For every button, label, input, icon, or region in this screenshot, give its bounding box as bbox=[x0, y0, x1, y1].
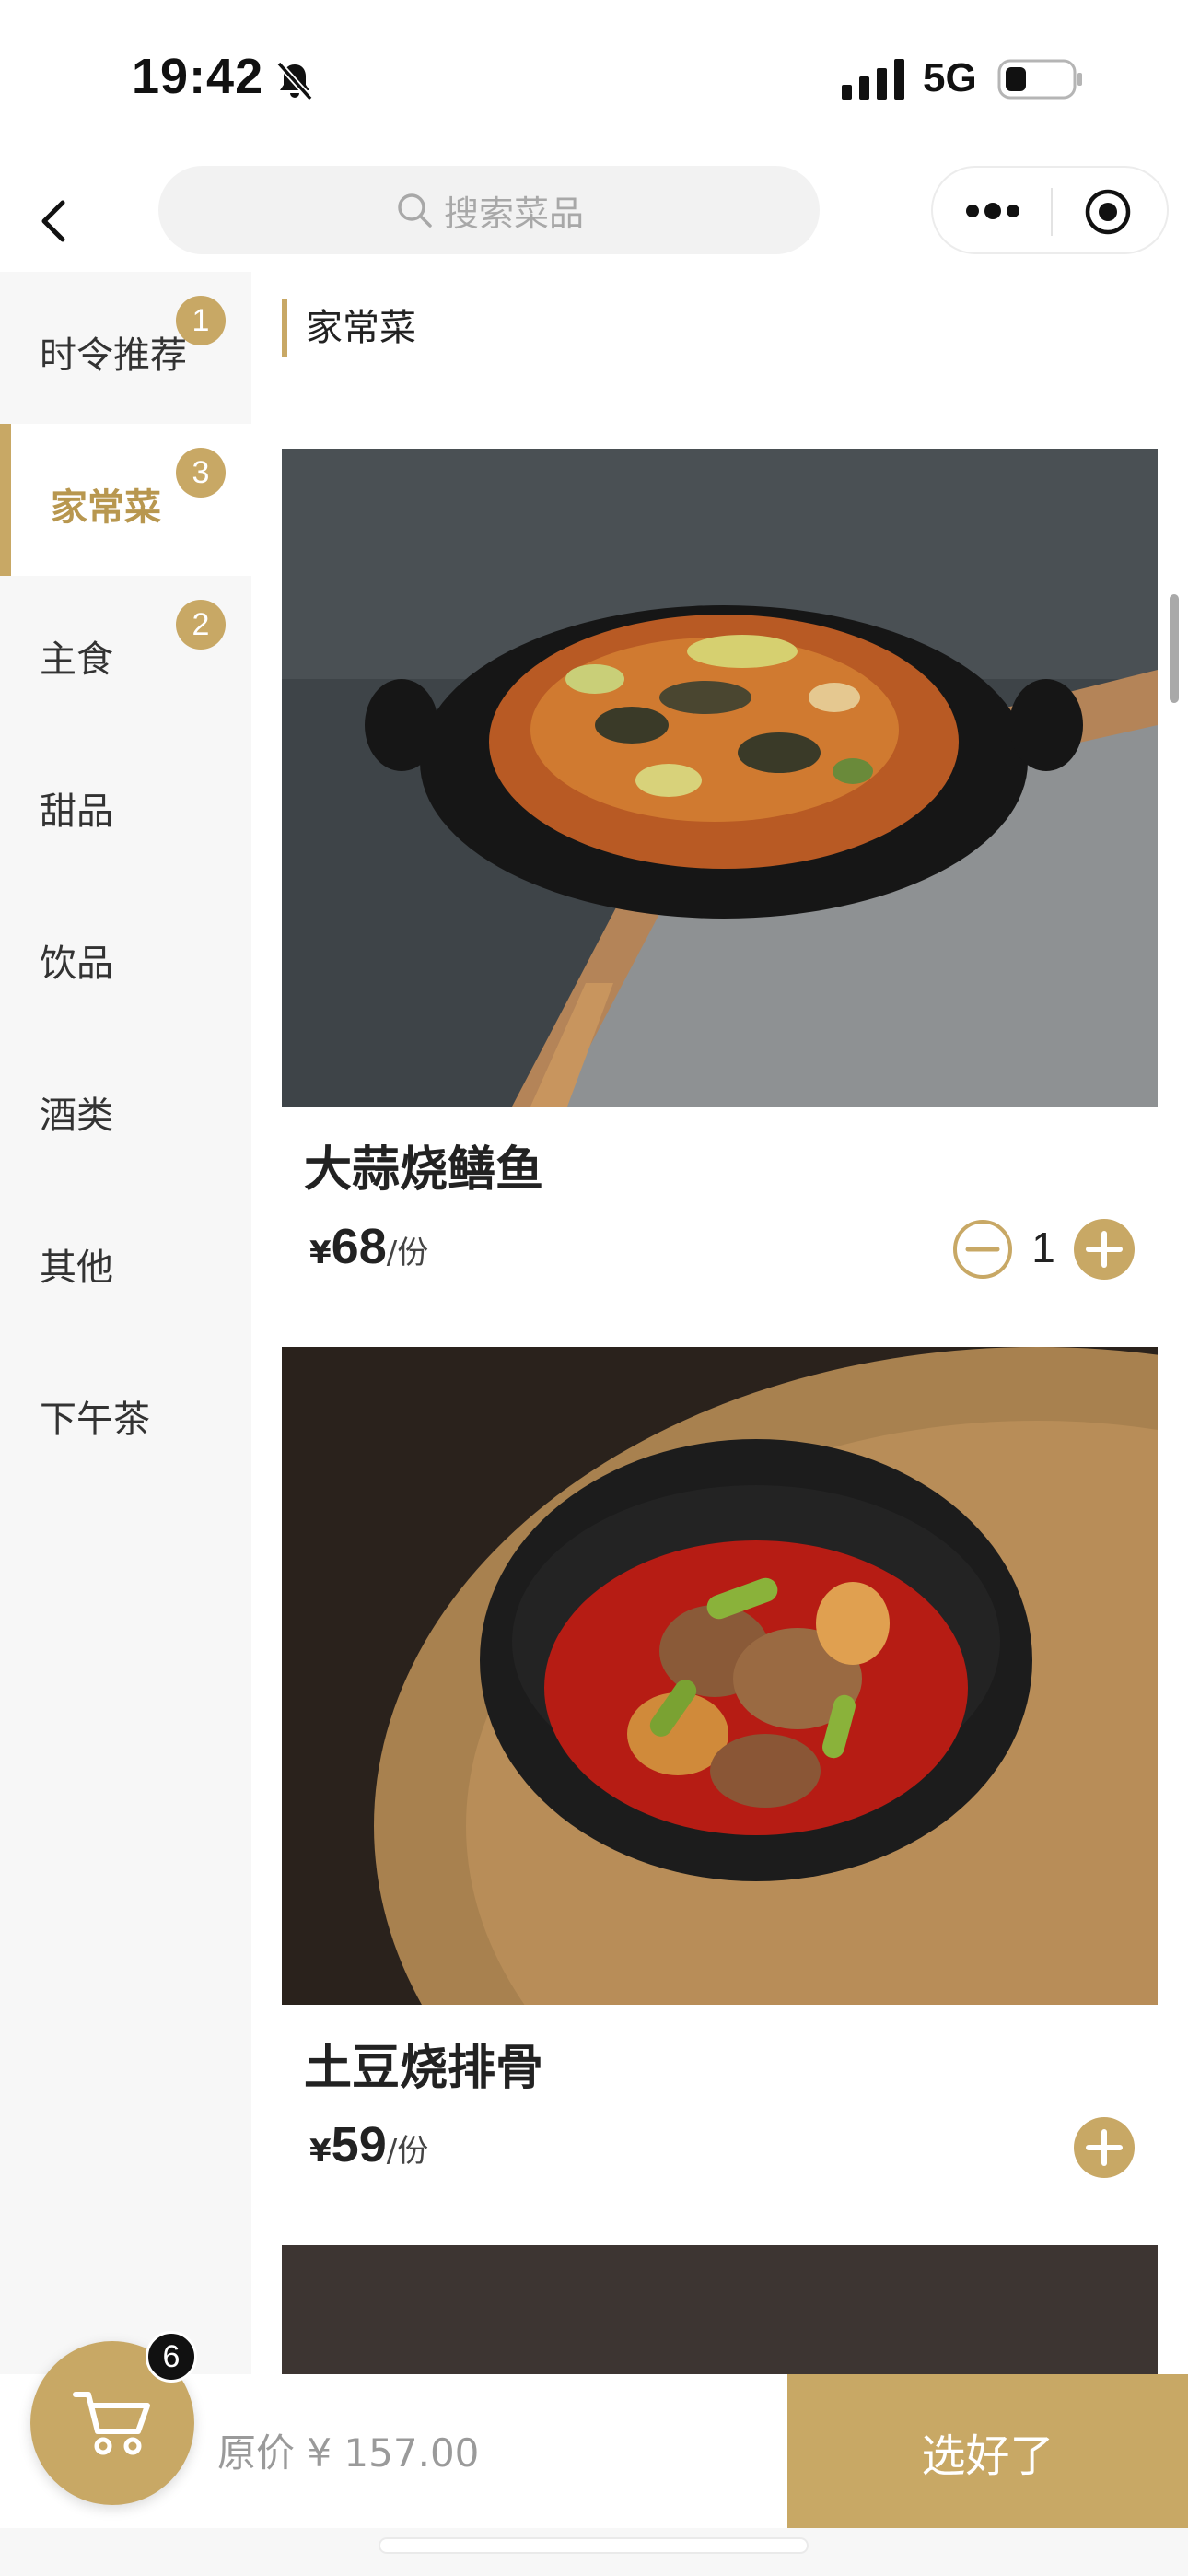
search-icon bbox=[398, 193, 432, 228]
status-time: 19:42 bbox=[132, 49, 264, 104]
sidebar-badge: 3 bbox=[176, 448, 226, 498]
original-price: 原价 ¥ 157.00 bbox=[217, 2430, 480, 2476]
sidebar-item-label: 酒类 bbox=[40, 1095, 113, 1137]
more-icon[interactable] bbox=[964, 195, 1021, 227]
back-icon[interactable] bbox=[35, 193, 72, 249]
sidebar-item-home-style[interactable]: 家常菜 3 bbox=[0, 424, 251, 576]
dish-card[interactable]: 土豆烧排骨 ¥59/份 bbox=[282, 1347, 1158, 2222]
plus-icon[interactable] bbox=[1074, 2117, 1135, 2178]
sidebar-item-label: 下午茶 bbox=[40, 1399, 150, 1441]
capsule-divider bbox=[1051, 188, 1053, 236]
sidebar-item-label: 主食 bbox=[40, 638, 113, 681]
quantity-value: 1 bbox=[1031, 1224, 1055, 1271]
sidebar-item-label: 甜品 bbox=[40, 790, 113, 833]
home-indicator[interactable] bbox=[380, 2539, 807, 2552]
battery-icon bbox=[997, 59, 1082, 100]
category-sidebar: 时令推荐 1 家常菜 3 主食 2 甜品 饮品 酒类 其他 下午茶 bbox=[0, 272, 251, 2576]
sidebar-item-seasonal[interactable]: 时令推荐 1 bbox=[0, 272, 251, 424]
sidebar-badge: 2 bbox=[176, 600, 226, 650]
price-currency: ¥ bbox=[309, 1235, 332, 1271]
sidebar-item-label: 其他 bbox=[40, 1247, 113, 1289]
dish-price: ¥68/份 bbox=[309, 1218, 428, 1275]
checkout-button[interactable]: 选好了 bbox=[787, 2374, 1188, 2528]
sidebar-badge: 1 bbox=[176, 296, 226, 345]
sidebar-item-other[interactable]: 其他 bbox=[0, 1184, 251, 1336]
signal-icon bbox=[842, 59, 904, 100]
network-label: 5G bbox=[923, 55, 977, 100]
section-title: 家常菜 bbox=[282, 299, 416, 357]
price-currency: ¥ bbox=[309, 2133, 332, 2170]
scroll-indicator bbox=[1170, 594, 1179, 703]
price-unit: /份 bbox=[386, 2133, 429, 2170]
dish-price: ¥59/份 bbox=[309, 2116, 428, 2173]
active-indicator bbox=[0, 424, 11, 576]
bottom-strip bbox=[0, 2528, 1188, 2576]
cart-count-badge: 6 bbox=[146, 2331, 197, 2383]
bell-slash-icon bbox=[276, 61, 313, 101]
dish-name: 土豆烧排骨 bbox=[304, 2041, 544, 2096]
dish-name: 大蒜烧鳝鱼 bbox=[304, 1142, 544, 1198]
target-icon[interactable] bbox=[1084, 188, 1132, 236]
search-placeholder: 搜索菜品 bbox=[443, 193, 584, 234]
sidebar-item-drinks[interactable]: 饮品 bbox=[0, 880, 251, 1032]
price-value: 59 bbox=[331, 2117, 387, 2172]
cart-icon bbox=[73, 2392, 150, 2455]
minus-icon[interactable] bbox=[952, 1219, 1013, 1280]
price-unit: /份 bbox=[386, 1235, 429, 1271]
sidebar-item-afternoon-tea[interactable]: 下午茶 bbox=[0, 1336, 251, 1488]
sidebar-item-label: 时令推荐 bbox=[40, 334, 187, 377]
price-value: 68 bbox=[331, 1219, 387, 1274]
dish-photo bbox=[282, 1347, 1158, 2005]
sidebar-item-staple[interactable]: 主食 2 bbox=[0, 576, 251, 728]
miniprogram-capsule bbox=[931, 166, 1169, 254]
search-input[interactable]: 搜索菜品 bbox=[158, 166, 820, 254]
dish-photo bbox=[282, 449, 1158, 1107]
plus-icon[interactable] bbox=[1074, 1219, 1135, 1280]
dish-card[interactable]: 大蒜烧鳝鱼 ¥68/份 1 bbox=[282, 449, 1158, 1324]
sidebar-item-label: 饮品 bbox=[40, 943, 113, 985]
sidebar-item-alcohol[interactable]: 酒类 bbox=[0, 1032, 251, 1184]
sidebar-item-dessert[interactable]: 甜品 bbox=[0, 728, 251, 880]
status-bar: 19:42 5G bbox=[0, 0, 1188, 157]
sidebar-item-label: 家常菜 bbox=[51, 486, 161, 529]
